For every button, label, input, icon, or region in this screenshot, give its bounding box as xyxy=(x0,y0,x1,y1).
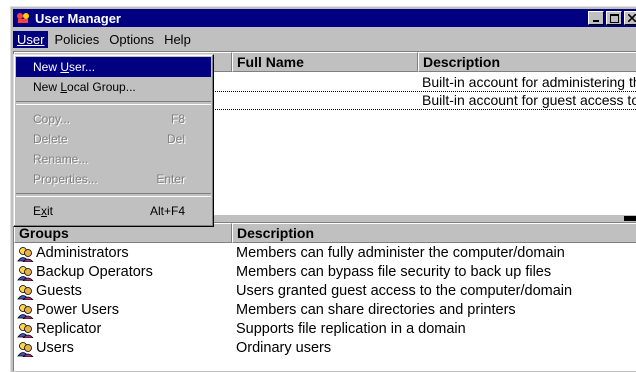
table-row[interactable]: Replicator Supports file replication in a… xyxy=(14,321,636,340)
menu-item-properties[interactable]: Properties... Enter xyxy=(16,169,211,189)
menu-options[interactable]: Options xyxy=(105,31,158,48)
header-fullname[interactable]: Full Name xyxy=(232,52,418,72)
groups-list[interactable]: Groups Description Administrators Members… xyxy=(13,222,636,371)
menu-help[interactable]: Help xyxy=(160,31,195,48)
group-icon xyxy=(17,284,34,301)
user-menu-dropdown: New User... New Local Group... Copy... F8… xyxy=(13,54,214,227)
group-name: Power Users xyxy=(36,302,119,318)
user-manager-window: User Manager User Policies Options Help … xyxy=(10,6,636,372)
menu-policies[interactable]: Policies xyxy=(50,31,103,48)
group-icon xyxy=(17,341,34,358)
minimize-icon xyxy=(593,20,599,22)
menu-item-exit[interactable]: Exit Alt+F4 xyxy=(16,201,211,221)
group-icon xyxy=(17,265,34,282)
minimize-button[interactable] xyxy=(588,11,604,25)
menu-item-new-local-group[interactable]: New Local Group... xyxy=(16,77,211,97)
group-name: Replicator xyxy=(36,321,102,337)
close-button[interactable] xyxy=(624,11,636,25)
window-title: User Manager xyxy=(35,10,121,26)
user-description: Built-in account for guest access to the… xyxy=(422,92,636,108)
group-icon xyxy=(17,322,34,339)
group-description: Ordinary users xyxy=(236,340,332,356)
title-bar[interactable]: User Manager xyxy=(13,9,636,27)
menu-bar: User Policies Options Help xyxy=(13,29,636,49)
table-row[interactable]: Guests Users granted guest access to the … xyxy=(14,283,636,302)
menu-item-rename[interactable]: Rename... xyxy=(16,149,211,169)
group-description: Members can bypass file security to back… xyxy=(236,264,552,280)
user-manager-icon xyxy=(16,11,32,25)
menu-separator xyxy=(16,193,211,197)
menu-separator xyxy=(16,101,211,105)
group-icon xyxy=(17,303,34,320)
group-name: Backup Operators xyxy=(36,264,153,280)
table-row[interactable]: Power Users Members can share directories… xyxy=(14,302,636,321)
header-description[interactable]: Description xyxy=(418,52,636,72)
menu-item-delete[interactable]: Delete Del xyxy=(16,129,211,149)
maximize-icon xyxy=(609,13,619,23)
maximize-button[interactable] xyxy=(606,11,622,25)
group-description: Members can share directories and printe… xyxy=(236,302,516,318)
close-icon xyxy=(628,14,636,22)
table-row[interactable]: Administrators Members can fully administ… xyxy=(14,245,636,264)
menu-item-copy[interactable]: Copy... F8 xyxy=(16,109,211,129)
menu-item-new-user[interactable]: New User... xyxy=(16,57,211,77)
group-description: Members can fully administer the compute… xyxy=(236,245,565,261)
group-name: Administrators xyxy=(36,245,129,261)
group-name: Guests xyxy=(36,283,82,299)
group-description: Users granted guest access to the comput… xyxy=(236,283,573,299)
group-description: Supports file replication in a domain xyxy=(236,321,466,337)
group-icon xyxy=(17,246,34,263)
table-row[interactable]: Users Ordinary users xyxy=(14,340,636,359)
table-row[interactable]: Backup Operators Members can bypass file … xyxy=(14,264,636,283)
group-name: Users xyxy=(36,340,74,356)
menu-user[interactable]: User xyxy=(13,30,49,48)
header-group-description[interactable]: Description xyxy=(232,223,636,243)
user-description: Built-in account for administering the c… xyxy=(422,74,636,90)
